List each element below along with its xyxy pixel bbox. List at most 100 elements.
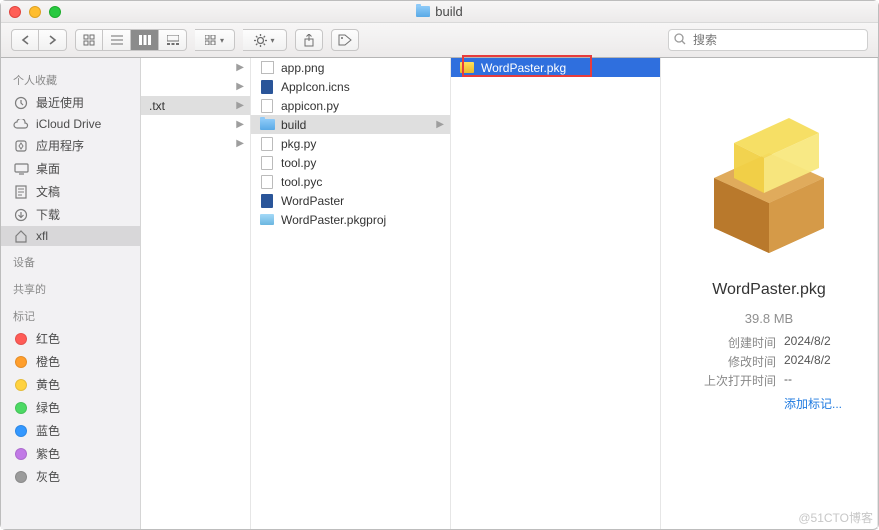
gallery-view-button[interactable] bbox=[159, 29, 187, 51]
home-icon bbox=[13, 229, 29, 243]
list-item[interactable]: ▶ bbox=[141, 134, 250, 153]
created-label: 创建时间 bbox=[696, 334, 776, 351]
list-item[interactable]: WordPaster.pkg bbox=[451, 58, 660, 77]
tag-dot bbox=[13, 401, 29, 415]
document-icon bbox=[259, 175, 275, 189]
list-item[interactable]: tool.pyc bbox=[251, 172, 450, 191]
sidebar-item[interactable]: 灰色 bbox=[1, 465, 140, 488]
sidebar-item[interactable]: 最近使用 bbox=[1, 91, 140, 114]
sidebar-item-label: iCloud Drive bbox=[36, 117, 101, 131]
toolbar: ▾ ▾ bbox=[1, 23, 878, 58]
list-view-button[interactable] bbox=[103, 29, 131, 51]
list-item[interactable]: ▶ bbox=[141, 115, 250, 134]
list-item[interactable]: appicon.py bbox=[251, 96, 450, 115]
tag-dot bbox=[13, 424, 29, 438]
list-item-label: tool.pyc bbox=[281, 175, 322, 189]
list-item-label: pkg.py bbox=[281, 137, 316, 151]
desktop-icon bbox=[13, 162, 29, 176]
minimize-button[interactable] bbox=[29, 6, 41, 18]
list-item[interactable]: ▶ bbox=[141, 58, 250, 77]
view-mode-buttons bbox=[75, 29, 187, 51]
column-1[interactable]: ▶▶.txt▶▶▶ bbox=[141, 58, 251, 529]
sidebar-item[interactable]: 下载 bbox=[1, 203, 140, 226]
image-icon bbox=[259, 61, 275, 75]
word-icon bbox=[259, 80, 275, 94]
arrange-button[interactable]: ▾ bbox=[195, 29, 235, 51]
back-button[interactable] bbox=[11, 29, 39, 51]
sidebar-item[interactable]: 紫色 bbox=[1, 442, 140, 465]
maximize-button[interactable] bbox=[49, 6, 61, 18]
tag-icon bbox=[338, 34, 352, 46]
app-icon bbox=[13, 139, 29, 153]
watermark: @51CTO博客 bbox=[798, 509, 873, 526]
chevron-right-icon: ▶ bbox=[236, 119, 244, 130]
sidebar-item[interactable]: 黄色 bbox=[1, 373, 140, 396]
sidebar-item-label: 灰色 bbox=[36, 468, 60, 485]
list-item[interactable]: app.png bbox=[251, 58, 450, 77]
column-2[interactable]: app.png AppIcon.icns appicon.pybuild▶ pkg.p… bbox=[251, 58, 451, 529]
list-item[interactable]: WordPaster.pkgproj bbox=[251, 210, 450, 229]
modified-label: 修改时间 bbox=[696, 353, 776, 370]
document-icon bbox=[259, 99, 275, 113]
list-item[interactable]: pkg.py bbox=[251, 134, 450, 153]
action-button[interactable]: ▾ bbox=[243, 29, 287, 51]
sidebar-section-header: 共享的 bbox=[1, 273, 140, 300]
forward-button[interactable] bbox=[39, 29, 67, 51]
list-item[interactable]: ▶ bbox=[141, 77, 250, 96]
sidebar-item-label: 橙色 bbox=[36, 353, 60, 370]
list-item[interactable]: AppIcon.icns bbox=[251, 77, 450, 96]
preview-filename: WordPaster.pkg bbox=[712, 281, 826, 299]
preview-image bbox=[684, 88, 854, 261]
sidebar-item-label: 紫色 bbox=[36, 445, 60, 462]
list-item-label: build bbox=[281, 118, 306, 132]
content-area: 个人收藏最近使用iCloud Drive应用程序桌面文稿下载xfl设备共享的标记… bbox=[1, 58, 878, 529]
doc-icon bbox=[13, 185, 29, 199]
document-icon bbox=[259, 137, 275, 151]
cloud-icon bbox=[13, 117, 29, 131]
add-tags-link[interactable]: 添加标记... bbox=[784, 395, 842, 412]
list-item[interactable]: WordPaster bbox=[251, 191, 450, 210]
sidebar-item[interactable]: 橙色 bbox=[1, 350, 140, 373]
titlebar: build bbox=[1, 1, 878, 23]
icon-view-button[interactable] bbox=[75, 29, 103, 51]
list-item[interactable]: .txt▶ bbox=[141, 96, 250, 115]
document-icon bbox=[259, 156, 275, 170]
sidebar-section-header: 设备 bbox=[1, 246, 140, 273]
sidebar-item[interactable]: 蓝色 bbox=[1, 419, 140, 442]
sidebar-item-label: 下载 bbox=[36, 206, 60, 223]
folder-icon bbox=[259, 118, 275, 132]
opened-value: -- bbox=[784, 372, 792, 389]
tag-dot bbox=[13, 470, 29, 484]
arrange-group: ▾ bbox=[195, 29, 235, 51]
list-item-label: AppIcon.icns bbox=[281, 80, 350, 94]
project-icon bbox=[259, 213, 275, 227]
list-item[interactable]: tool.py bbox=[251, 153, 450, 172]
search-input[interactable] bbox=[668, 29, 868, 51]
tag-dot bbox=[13, 378, 29, 392]
sidebar-item[interactable]: 文稿 bbox=[1, 180, 140, 203]
sidebar-item[interactable]: 应用程序 bbox=[1, 134, 140, 157]
sidebar-item[interactable]: xfl bbox=[1, 226, 140, 246]
share-button[interactable] bbox=[295, 29, 323, 51]
package-icon bbox=[459, 61, 475, 75]
sidebar-item[interactable]: iCloud Drive bbox=[1, 114, 140, 134]
column-view: ▶▶.txt▶▶▶ app.pngAppIcon.icnsappicon.pyb… bbox=[141, 58, 878, 529]
list-item[interactable]: build▶ bbox=[251, 115, 450, 134]
window-title: build bbox=[1, 4, 878, 19]
sidebar-item-label: 应用程序 bbox=[36, 137, 84, 154]
column-3[interactable]: WordPaster.pkg bbox=[451, 58, 661, 529]
sidebar-item-label: 桌面 bbox=[36, 160, 60, 177]
sidebar-item-label: 最近使用 bbox=[36, 94, 84, 111]
finder-window: build bbox=[0, 0, 879, 530]
clock-icon bbox=[13, 96, 29, 110]
share-icon bbox=[303, 34, 315, 47]
sidebar-item-label: 蓝色 bbox=[36, 422, 60, 439]
close-button[interactable] bbox=[9, 6, 21, 18]
column-view-button[interactable] bbox=[131, 29, 159, 51]
tags-button[interactable] bbox=[331, 29, 359, 51]
list-item-label: tool.py bbox=[281, 156, 316, 170]
sidebar-item[interactable]: 桌面 bbox=[1, 157, 140, 180]
sidebar-item[interactable]: 红色 bbox=[1, 327, 140, 350]
sidebar-item[interactable]: 绿色 bbox=[1, 396, 140, 419]
list-item-label: WordPaster bbox=[281, 194, 344, 208]
